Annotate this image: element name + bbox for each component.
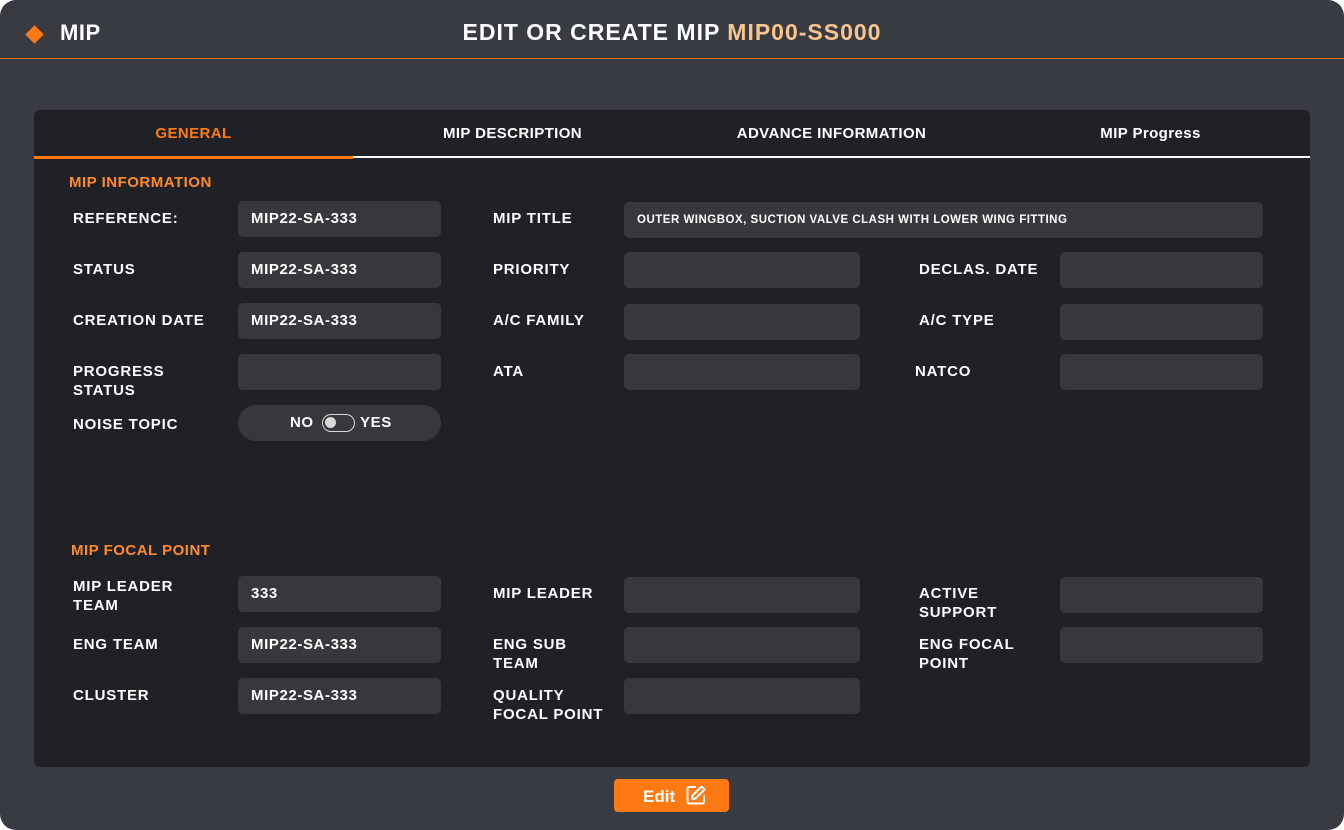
mip-title-label: MIP TITLE (493, 210, 573, 227)
natco-label: NATCO (915, 363, 972, 380)
mip-code: MIP00-SS000 (727, 19, 882, 45)
status-field[interactable]: MIP22-SA-333 (238, 252, 441, 288)
progress-status-field[interactable] (238, 354, 441, 390)
quality-focal-point-field[interactable] (624, 678, 860, 714)
edit-button[interactable]: Edit (614, 779, 729, 812)
toggle-no-label: NO (290, 414, 314, 431)
ac-type-field[interactable] (1060, 304, 1263, 340)
ata-label: ATA (493, 363, 525, 380)
edit-square-icon (686, 785, 706, 805)
ac-family-field[interactable] (624, 304, 860, 340)
status-label: STATUS (73, 261, 136, 278)
eng-focal-point-label: ENG FOCAL POINT (919, 635, 1015, 673)
active-support-label: ACTIVE SUPPORT (919, 584, 997, 622)
page-title: EDIT OR CREATE MIP MIP00-SS000 (0, 19, 1344, 46)
declas-date-field[interactable] (1060, 252, 1263, 288)
edit-button-label: Edit (643, 787, 676, 806)
eng-focal-point-field[interactable] (1060, 627, 1263, 663)
switch-knob (325, 417, 336, 428)
progress-status-label-line2: STATUS (73, 382, 136, 399)
cluster-label: CLUSTER (73, 687, 150, 704)
active-support-label-line2: SUPPORT (919, 604, 998, 621)
mip-leader-field[interactable] (624, 577, 860, 613)
tab-general[interactable]: GENERAL (34, 110, 353, 159)
mip-leader-team-field[interactable]: 333 (238, 576, 441, 612)
mip-information-title: MIP INFORMATION (69, 174, 212, 191)
noise-topic-switch[interactable] (322, 414, 355, 432)
top-bar: MIP EDIT OR CREATE MIP MIP00-SS000 (0, 0, 1344, 59)
declas-date-label: DECLAS. DATE (919, 261, 1039, 278)
eng-team-field[interactable]: MIP22-SA-333 (238, 627, 441, 663)
mip-leader-team-label-line1: MIP LEADER (73, 578, 174, 595)
tab-bar: GENERAL MIP DESCRIPTION ADVANCE INFORMAT… (34, 110, 1310, 159)
eng-team-label: ENG TEAM (73, 636, 159, 653)
priority-label: PRIORITY (493, 261, 571, 278)
cluster-field[interactable]: MIP22-SA-333 (238, 678, 441, 714)
quality-focal-point-label-line2: FOCAL POINT (493, 706, 604, 723)
progress-status-label-line1: PROGRESS (73, 363, 165, 380)
mip-leader-label: MIP LEADER (493, 585, 594, 602)
noise-topic-label: NOISE TOPIC (73, 416, 179, 433)
reference-label: REFERENCE: (73, 210, 179, 227)
eng-sub-team-label-line1: ENG SUB (493, 636, 567, 653)
quality-focal-point-label-line1: QUALITY (493, 687, 565, 704)
active-support-label-line1: ACTIVE (919, 585, 979, 602)
ac-type-label: A/C TYPE (919, 312, 995, 329)
toggle-yes-label: YES (360, 414, 392, 431)
app-window: MIP EDIT OR CREATE MIP MIP00-SS000 GENER… (0, 0, 1344, 830)
noise-topic-toggle: NO YES (238, 405, 441, 441)
eng-focal-point-label-line2: POINT (919, 655, 969, 672)
tab-advance-information[interactable]: ADVANCE INFORMATION (672, 110, 991, 158)
mip-leader-team-label: MIP LEADER TEAM (73, 577, 173, 615)
eng-sub-team-field[interactable] (624, 627, 860, 663)
eng-sub-team-label: ENG SUB TEAM (493, 635, 567, 673)
quality-focal-point-label: QUALITY FOCAL POINT (493, 686, 603, 724)
priority-field[interactable] (624, 252, 860, 288)
active-support-field[interactable] (1060, 577, 1263, 613)
reference-field[interactable]: MIP22-SA-333 (238, 201, 441, 237)
tab-mip-description[interactable]: MIP DESCRIPTION (353, 110, 672, 158)
eng-sub-team-label-line2: TEAM (493, 655, 539, 672)
progress-status-label: PROGRESS STATUS (73, 362, 164, 400)
tab-mip-progress[interactable]: MIP Progress (991, 110, 1310, 158)
creation-date-field[interactable]: MIP22-SA-333 (238, 303, 441, 339)
natco-field[interactable] (1060, 354, 1263, 390)
page-title-text: EDIT OR CREATE MIP (462, 19, 720, 45)
eng-focal-point-label-line1: ENG FOCAL (919, 636, 1015, 653)
form-card: GENERAL MIP DESCRIPTION ADVANCE INFORMAT… (34, 110, 1310, 767)
mip-title-field[interactable]: OUTER WINGBOX, SUCTION VALVE CLASH WITH … (624, 202, 1263, 238)
creation-date-label: CREATION DATE (73, 312, 205, 329)
mip-focal-point-title: MIP FOCAL POINT (71, 542, 211, 559)
ata-field[interactable] (624, 354, 860, 390)
ac-family-label: A/C FAMILY (493, 312, 585, 329)
mip-leader-team-label-line2: TEAM (73, 597, 119, 614)
